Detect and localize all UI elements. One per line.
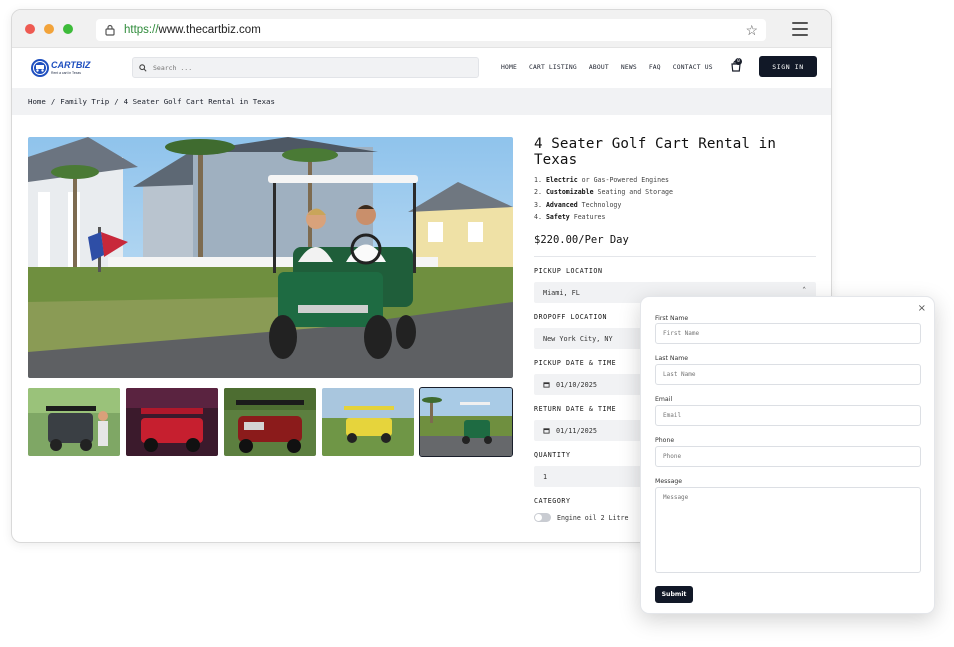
nav-about[interactable]: ABOUT <box>589 64 609 71</box>
chevron-up-icon: ⌃ <box>802 286 806 294</box>
calendar-icon <box>543 382 550 388</box>
thumbnail-image[interactable] <box>322 388 414 456</box>
close-icon[interactable]: × <box>918 303 926 314</box>
product-price: $220.00/Per Day <box>534 234 629 247</box>
product-title: 4 Seater Golf Cart Rental in Texas <box>534 136 776 168</box>
feature-item: 2. Customizable Seating and Storage <box>534 188 673 197</box>
sign-in-button[interactable]: SIGN IN <box>759 56 817 77</box>
engine-oil-toggle[interactable] <box>534 513 551 523</box>
message-label: Message <box>655 478 683 485</box>
dropoff-location-value: New York City, NY <box>543 334 613 343</box>
svg-text:Rent a cart in Texas: Rent a cart in Texas <box>51 71 81 75</box>
close-window-button[interactable] <box>25 24 35 34</box>
nav-cart-listing[interactable]: CART LISTING <box>529 64 577 71</box>
cartbiz-logo[interactable]: CARTBIZ Rent a cart in Texas <box>30 58 92 78</box>
phone-field[interactable] <box>655 446 921 467</box>
url-host: www.thecartbiz.com <box>158 24 261 36</box>
breadcrumb-current: 4 Seater Golf Cart Rental in Texas <box>123 97 275 106</box>
first-name-field[interactable] <box>655 323 921 344</box>
thumbnail-image-active[interactable] <box>419 387 513 457</box>
address-bar[interactable]: https://www.thecartbiz.com ☆ <box>96 19 766 41</box>
thumbnail-image[interactable] <box>126 388 218 456</box>
svg-text:CARTBIZ: CARTBIZ <box>51 60 91 70</box>
inquiry-modal: × First Name Last Name Email Phone Messa… <box>640 296 935 614</box>
bookmark-star-icon[interactable]: ☆ <box>745 22 758 39</box>
browser-chrome: https://www.thecartbiz.com ☆ <box>12 10 831 48</box>
thumbnail-image[interactable] <box>224 388 316 456</box>
lock-icon <box>105 24 115 36</box>
nav-home[interactable]: HOME <box>501 64 517 71</box>
minimize-window-button[interactable] <box>44 24 54 34</box>
pickup-date-value: 01/10/2025 <box>556 380 597 389</box>
return-date-value: 01/11/2025 <box>556 426 597 435</box>
message-field[interactable] <box>655 487 921 573</box>
thumbnail-image[interactable] <box>28 388 120 456</box>
submit-button[interactable]: Submit <box>655 586 693 603</box>
category-option-label: Engine oil 2 Litre <box>557 513 629 522</box>
first-name-label: First Name <box>655 315 689 322</box>
breadcrumb-family-trip[interactable]: Family Trip <box>60 97 109 106</box>
maximize-window-button[interactable] <box>63 24 73 34</box>
email-field[interactable] <box>655 405 921 426</box>
divider <box>534 256 816 258</box>
site-header: CARTBIZ Rent a cart in Texas HOME CART L… <box>12 48 831 88</box>
phone-label: Phone <box>655 437 675 444</box>
last-name-field[interactable] <box>655 364 921 385</box>
pickup-location-value: Miami, FL <box>543 288 580 297</box>
nav-contact-us[interactable]: CONTACT US <box>673 64 713 71</box>
email-label: Email <box>655 396 673 403</box>
main-nav: HOME CART LISTING ABOUT NEWS FAQ CONTACT… <box>501 64 725 71</box>
cart-count-badge: 0 <box>735 58 742 65</box>
feature-item: 1. Electric or Gas-Powered Engines <box>534 176 670 184</box>
calendar-icon <box>543 428 550 434</box>
breadcrumb: Home / Family Trip/4 Seater Golf Cart Rent… <box>12 88 831 115</box>
nav-news[interactable]: NEWS <box>621 64 637 71</box>
search-input[interactable] <box>153 63 453 72</box>
search-box[interactable] <box>132 57 479 78</box>
thumbnail-strip <box>28 387 513 457</box>
search-icon <box>139 63 147 72</box>
feature-list: 1. Electric or Gas-Powered Engines 2. Cu… <box>534 176 816 221</box>
feature-item: 4. Safety Features <box>534 213 606 222</box>
product-main-image[interactable] <box>28 137 513 378</box>
breadcrumb-home[interactable]: Home <box>28 97 46 106</box>
feature-item: 3. Advanced Technology <box>534 200 622 209</box>
url-scheme: https:// <box>124 24 159 36</box>
last-name-label: Last Name <box>655 355 689 362</box>
browser-menu-icon[interactable] <box>792 22 808 36</box>
nav-faq[interactable]: FAQ <box>649 64 661 71</box>
pickup-location-label: PICKUP LOCATION <box>534 267 603 276</box>
quantity-value: 1 <box>543 472 548 481</box>
